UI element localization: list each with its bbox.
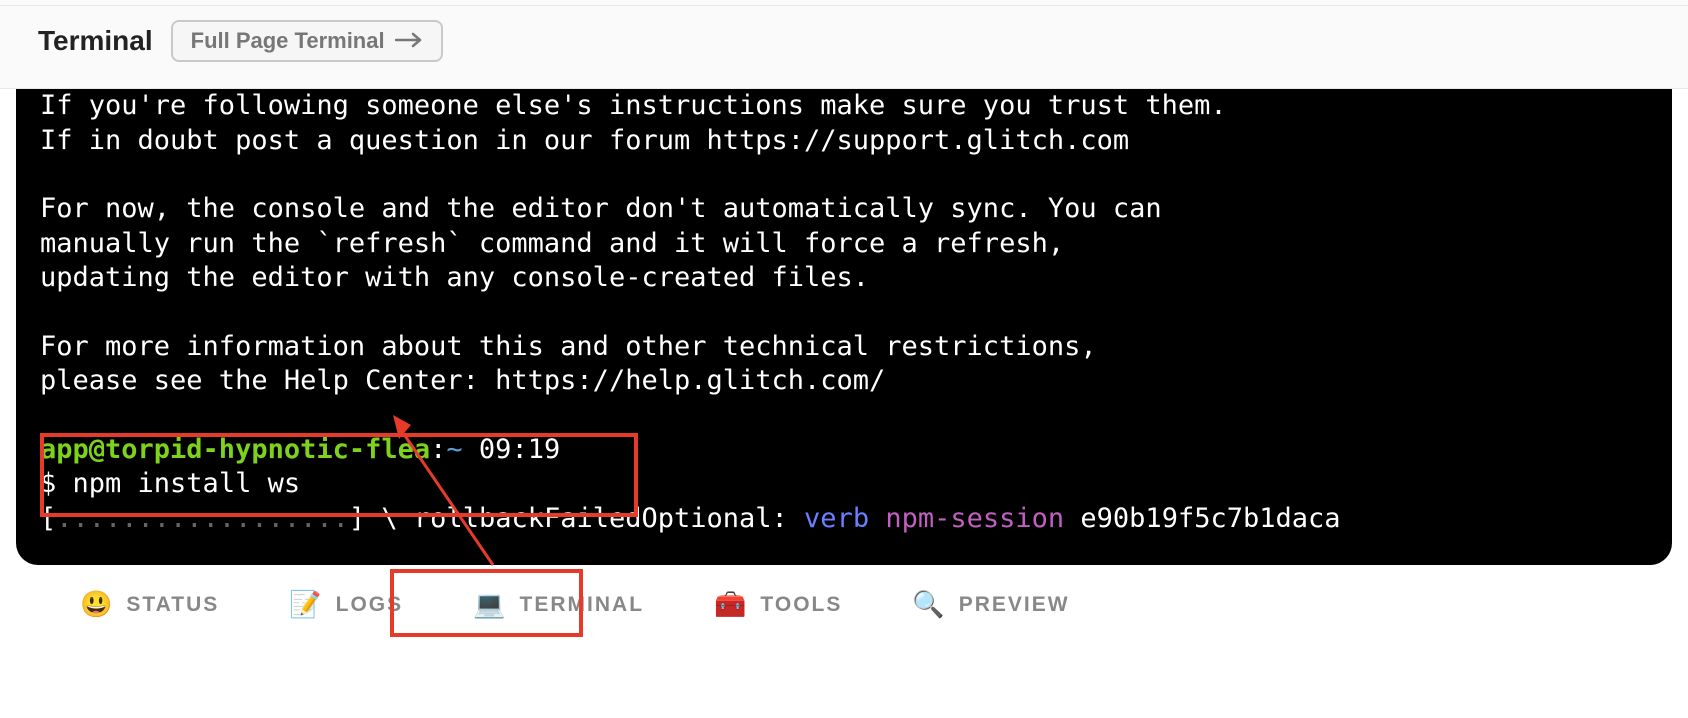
npm-progress-line: [..................] \ rollbackFailedOpt…	[40, 502, 1672, 537]
prompt-dollar: $	[40, 468, 73, 499]
full-page-terminal-button[interactable]: Full Page Terminal	[171, 20, 443, 62]
footer-tab-logs[interactable]: 📝 LOGS	[279, 583, 413, 626]
npm-spinner: \	[365, 503, 414, 534]
prompt-colon: :	[430, 434, 446, 465]
footer-tab-label: TERMINAL	[520, 593, 645, 617]
terminal-line	[40, 399, 1672, 433]
magnifier-icon: 🔍	[912, 589, 946, 620]
prompt-command: npm install ws	[73, 468, 301, 499]
terminal-prompt: app@torpid-hypnotic-flea:~ 09:19	[40, 433, 1672, 468]
terminal-command-line: $ npm install ws	[40, 467, 1672, 502]
terminal-output[interactable]: If you're following someone else's instr…	[16, 89, 1672, 565]
terminal-line: For now, the console and the editor don'…	[40, 192, 1672, 227]
npm-session-label: npm-session	[885, 503, 1064, 534]
laptop-icon: 💻	[473, 589, 507, 620]
terminal-line: updating the editor with any console-cre…	[40, 261, 1672, 296]
npm-progress-dots: ..................	[56, 503, 349, 534]
terminal-line	[40, 158, 1672, 192]
footer-bar: 😃 STATUS 📝 LOGS 💻 TERMINAL 🧰 TOOLS 🔍 PRE…	[0, 565, 1688, 644]
smile-icon: 😃	[80, 589, 114, 620]
terminal-line	[40, 296, 1672, 330]
footer-tab-label: PREVIEW	[959, 593, 1070, 617]
npm-verb: verb	[788, 503, 886, 534]
terminal-line: If in doubt post a question in our forum…	[40, 124, 1672, 159]
toolbox-icon: 🧰	[714, 589, 748, 620]
npm-open-bracket: [	[40, 503, 56, 534]
terminal-line: For more information about this and othe…	[40, 330, 1672, 365]
footer-tab-preview[interactable]: 🔍 PREVIEW	[902, 583, 1079, 626]
footer-tab-label: STATUS	[126, 593, 219, 617]
prompt-path: ~	[446, 434, 462, 465]
footer-tab-status[interactable]: 😃 STATUS	[70, 583, 229, 626]
terminal-line: If you're following someone else's instr…	[40, 89, 1672, 124]
footer-tab-tools[interactable]: 🧰 TOOLS	[704, 583, 852, 626]
footer-tab-label: TOOLS	[760, 593, 842, 617]
npm-session-id: e90b19f5c7b1daca	[1064, 503, 1340, 534]
npm-close-bracket: ]	[349, 503, 365, 534]
footer-tab-terminal[interactable]: 💻 TERMINAL	[463, 583, 654, 626]
footer-tab-label: LOGS	[336, 593, 404, 617]
pencil-icon: 📝	[289, 589, 323, 620]
header-bar: Terminal Full Page Terminal	[0, 6, 1688, 89]
terminal-line: manually run the `refresh` command and i…	[40, 227, 1672, 262]
prompt-time: 09:19	[463, 434, 561, 465]
arrow-right-icon	[395, 28, 423, 54]
panel-title: Terminal	[38, 25, 153, 57]
full-page-terminal-label: Full Page Terminal	[191, 28, 385, 54]
prompt-host: app@torpid-hypnotic-flea	[40, 434, 430, 465]
npm-stage: rollbackFailedOptional:	[414, 503, 788, 534]
terminal-line: please see the Help Center: https://help…	[40, 364, 1672, 399]
